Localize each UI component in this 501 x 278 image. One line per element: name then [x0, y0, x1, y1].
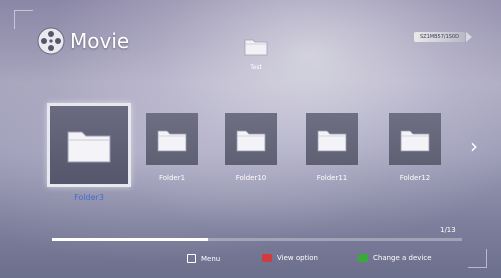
footer-menu[interactable]: Menu: [187, 254, 220, 263]
folder-item-folder10[interactable]: Folder10: [225, 113, 277, 182]
menu-label: Menu: [201, 254, 221, 263]
folder-item-folder11[interactable]: Folder11: [306, 113, 358, 182]
corner-frame-top-left: [14, 10, 33, 29]
footer-view-option[interactable]: View option: [262, 254, 318, 262]
next-page-arrow-icon[interactable]: ›: [470, 136, 478, 156]
scroll-progress-track: [52, 238, 462, 241]
scroll-progress-fill: [52, 238, 208, 241]
change-device-label: Change a device: [373, 254, 432, 262]
green-key-icon: [358, 254, 368, 262]
view-option-label: View option: [277, 254, 318, 262]
app-header: Movie: [36, 26, 129, 56]
corner-frame-bottom-right: [468, 249, 487, 268]
film-reel-icon: [37, 27, 65, 55]
folder-tile: [389, 113, 441, 165]
folder-label: Folder11: [316, 174, 348, 182]
folder-icon: [236, 130, 266, 151]
folder-label: Folder10: [235, 174, 267, 182]
folder-label: Folder3: [74, 193, 104, 202]
folder-icon: [400, 130, 430, 151]
footer-change-device[interactable]: Change a device: [358, 254, 432, 262]
folder-icon: [317, 130, 347, 151]
folder-tile: [306, 113, 358, 165]
folder-tile: [47, 103, 131, 187]
page-title: Movie: [70, 29, 130, 53]
folder-item-folder3[interactable]: Folder3: [47, 103, 131, 202]
menu-key-icon: [187, 254, 196, 263]
red-key-icon: [262, 254, 272, 262]
folder-item-folder12[interactable]: Folder12: [389, 113, 441, 182]
folder-tile: [225, 113, 277, 165]
folder-item-folder1[interactable]: Folder1: [146, 113, 198, 182]
page-counter: 1/13: [440, 226, 456, 234]
usb-plug-icon: [465, 32, 472, 42]
parent-folder-label: Test: [250, 64, 262, 71]
folder-icon: [244, 39, 268, 56]
folder-icon: [67, 131, 111, 163]
folder-tile: [146, 113, 198, 165]
folder-label: Folder12: [399, 174, 431, 182]
parent-folder[interactable]: Test: [239, 36, 273, 71]
device-label: SZ1MB57/1S0D: [414, 32, 465, 42]
folder-icon: [157, 130, 187, 151]
device-indicator[interactable]: SZ1MB57/1S0D: [414, 32, 472, 42]
folder-label: Folder1: [158, 174, 186, 182]
